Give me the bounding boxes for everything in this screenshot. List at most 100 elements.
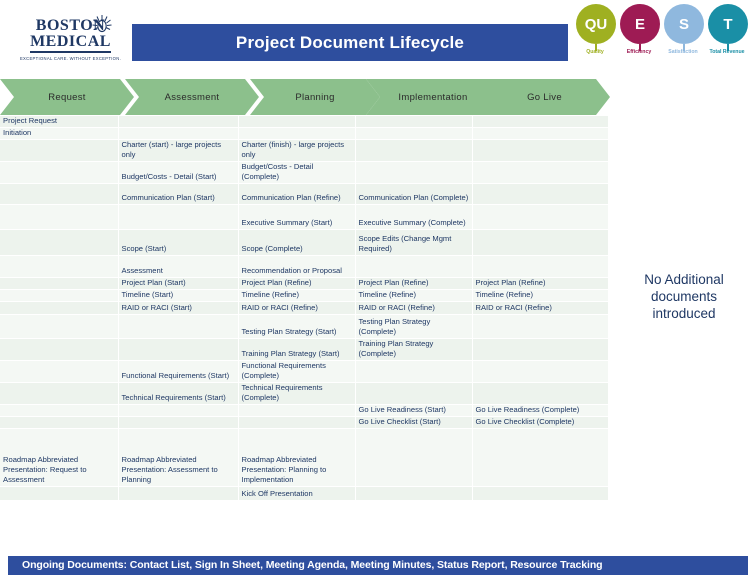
table-cell <box>472 360 609 384</box>
table-cell: Scope Edits (Change Mgmt Required) <box>355 229 473 257</box>
table-row: Training Plan Strategy (Start) Training P… <box>0 338 609 362</box>
phase-chevron-implementation[interactable]: Implementation <box>366 79 500 115</box>
table-cell <box>472 314 609 340</box>
table-cell: Executive Summary (Start) <box>238 204 356 231</box>
table-cell: RAID or RACI (Start) <box>118 301 239 316</box>
table-cell: Timeline (Refine) <box>355 289 473 303</box>
table-row: Executive Summary (Start) Executive Summa… <box>0 204 609 231</box>
table-cell <box>472 127 609 141</box>
phase-label-assessment: Assessment <box>164 91 220 103</box>
table-cell <box>0 161 119 185</box>
table-cell <box>355 486 473 502</box>
table-cell: Project Plan (Start) <box>118 277 239 291</box>
table-row: Kick Off Presentation <box>0 486 609 502</box>
table-cell <box>355 127 473 141</box>
lifecycle-matrix: Project Request Initiation Charter (start)… <box>0 116 609 502</box>
logo-line-2: MEDICAL <box>30 33 111 53</box>
table-cell: Roadmap Abbreviated Presentation: Assess… <box>118 428 239 488</box>
quest-label-quality: Quality <box>586 49 604 55</box>
table-cell <box>0 277 119 291</box>
table-cell <box>118 416 239 430</box>
document-lifecycle-table: Project Request Initiation Charter (start)… <box>0 116 609 556</box>
table-cell: Assessment <box>118 255 239 279</box>
table-cell <box>472 204 609 231</box>
table-cell: Initiation <box>0 127 119 141</box>
table-row: Go Live Readiness (Start) Go Live Readine… <box>0 404 609 418</box>
side-note-line-3: introduced <box>652 305 716 321</box>
table-cell <box>0 338 119 362</box>
table-cell: Go Live Checklist (Complete) <box>472 416 609 430</box>
quest-label-satisfaction: Satisfaction <box>668 49 698 55</box>
table-cell: Roadmap Abbreviated Presentation: Planni… <box>238 428 356 488</box>
table-cell <box>0 301 119 316</box>
ongoing-documents-text: Ongoing Documents: Contact List, Sign In… <box>22 559 603 571</box>
table-cell <box>118 204 239 231</box>
table-cell: Executive Summary (Complete) <box>355 204 473 231</box>
table-row: Testing Plan Strategy (Start) Testing Pla… <box>0 314 609 340</box>
table-cell: Technical Requirements (Complete) <box>238 382 356 406</box>
quest-circle-satisfaction: S <box>664 4 704 44</box>
title-bar: Project Document Lifecycle <box>132 24 568 61</box>
table-cell <box>355 139 473 163</box>
phase-chevron-assessment[interactable]: Assessment <box>125 79 259 115</box>
table-cell <box>118 116 239 128</box>
table-cell <box>0 204 119 231</box>
boston-medical-logo: BOSTON MEDICAL EXCEPTIONAL CARE. WITHOUT… <box>18 15 123 66</box>
table-cell: Recommendation or Proposal <box>238 255 356 279</box>
table-cell <box>355 161 473 185</box>
ongoing-documents-banner: Ongoing Documents: Contact List, Sign In… <box>8 556 748 575</box>
table-cell: Go Live Readiness (Start) <box>355 404 473 418</box>
quest-logo: QU E S T Quality Efficiency Satisfaction… <box>576 4 748 70</box>
table-cell: Functional Requirements (Start) <box>118 360 239 384</box>
table-cell <box>472 338 609 362</box>
table-cell: Communication Plan (Start) <box>118 183 239 206</box>
table-cell: Go Live Readiness (Complete) <box>472 404 609 418</box>
table-cell <box>0 183 119 206</box>
table-cell <box>238 127 356 141</box>
table-cell <box>0 314 119 340</box>
table-cell: Project Plan (Refine) <box>472 277 609 291</box>
table-cell <box>472 486 609 502</box>
phase-chevron-go-live[interactable]: Go Live <box>479 79 610 115</box>
quest-circle-total-revenue: T <box>708 4 748 44</box>
quest-circle-efficiency: E <box>620 4 660 44</box>
table-cell <box>0 255 119 279</box>
table-row: Budget/Costs - Detail (Start) Budget/Cost… <box>0 161 609 185</box>
table-cell: Training Plan Strategy (Start) <box>238 338 356 362</box>
table-cell: Charter (start) - large projects only <box>118 139 239 163</box>
quest-circles: QU E S T <box>576 4 748 51</box>
quest-label-efficiency: Efficiency <box>626 49 652 55</box>
table-cell <box>118 404 239 418</box>
table-cell <box>472 229 609 257</box>
table-cell: Project Plan (Refine) <box>238 277 356 291</box>
table-cell <box>355 382 473 406</box>
table-cell: Project Request <box>0 116 119 128</box>
phase-chevron-bar: Request Assessment Planning Implementati… <box>0 79 610 115</box>
table-cell: Roadmap Abbreviated Presentation: Reques… <box>0 428 119 488</box>
no-additional-documents-note: No Additional documents introduced <box>614 272 754 323</box>
table-row: Initiation <box>0 127 609 141</box>
table-row: Functional Requirements (Start) Functiona… <box>0 360 609 384</box>
table-row: Project Plan (Start) Project Plan (Refine… <box>0 277 609 291</box>
table-cell <box>472 382 609 406</box>
table-cell: Scope (Start) <box>118 229 239 257</box>
table-cell: Kick Off Presentation <box>238 486 356 502</box>
table-cell <box>472 116 609 128</box>
table-cell <box>472 255 609 279</box>
table-cell: Communication Plan (Refine) <box>238 183 356 206</box>
quest-circle-quality: QU <box>576 4 616 44</box>
table-cell <box>355 360 473 384</box>
table-cell <box>118 486 239 502</box>
table-cell <box>0 416 119 430</box>
phase-label-planning: Planning <box>295 91 335 103</box>
table-cell <box>0 404 119 418</box>
table-cell <box>472 428 609 488</box>
table-cell: Timeline (Refine) <box>472 289 609 303</box>
table-cell: Scope (Complete) <box>238 229 356 257</box>
table-cell <box>238 404 356 418</box>
table-cell: Project Plan (Refine) <box>355 277 473 291</box>
table-cell: Charter (finish) - large projects only <box>238 139 356 163</box>
logo-tagline: EXCEPTIONAL CARE. WITHOUT EXCEPTION. <box>19 56 122 61</box>
phase-chevron-request[interactable]: Request <box>0 79 134 115</box>
phase-chevron-planning[interactable]: Planning <box>250 79 380 115</box>
